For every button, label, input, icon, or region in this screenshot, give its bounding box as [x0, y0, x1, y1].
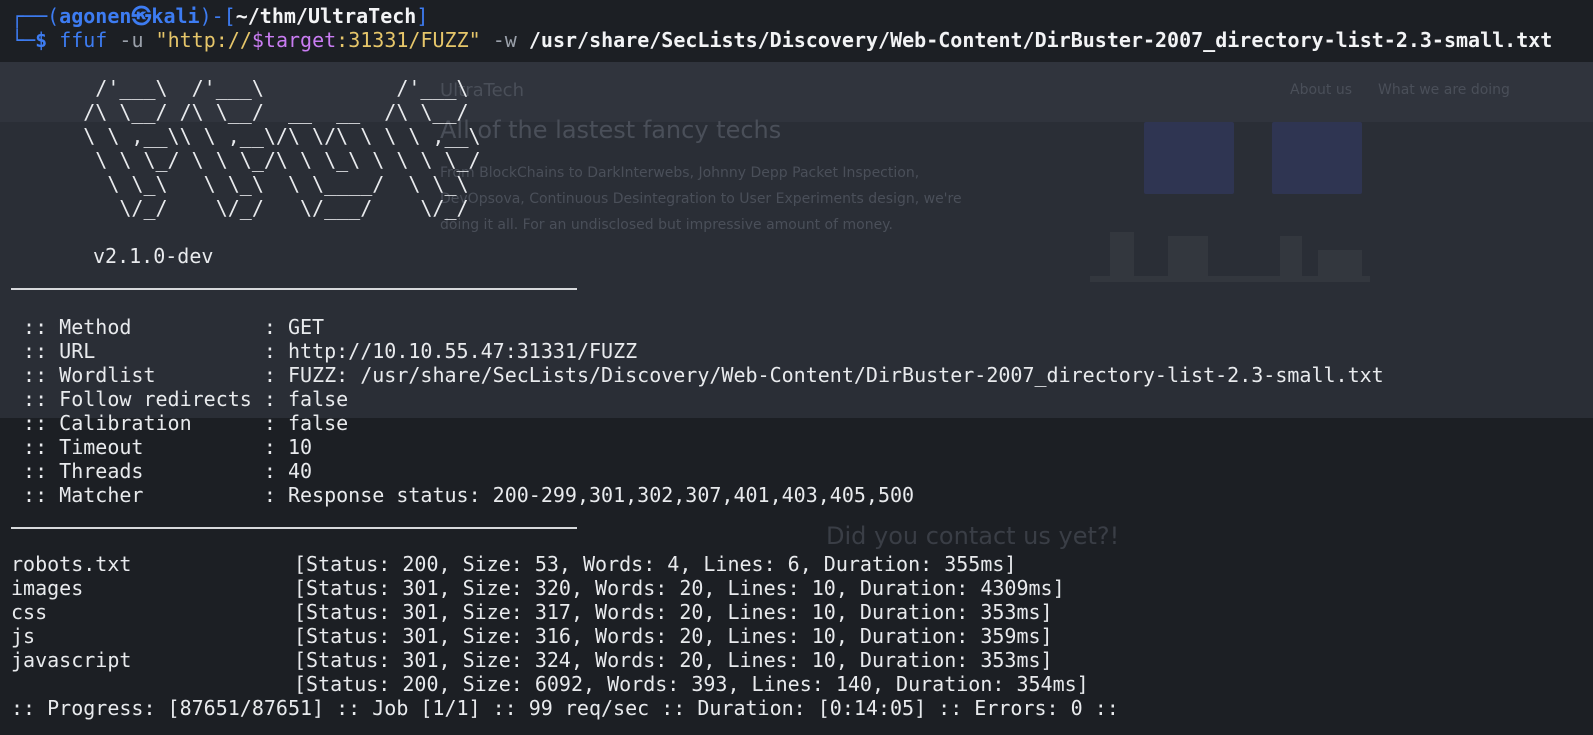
result-info: [Status: 200, Size: 6092, Words: 393, Li… — [294, 672, 1089, 696]
command-url-rest: :31331/FUZZ" — [336, 28, 481, 52]
command-flag-w: -w — [492, 28, 517, 52]
background-contact-heading: Did you contact us yet?! — [826, 522, 1120, 550]
banner-art-line: \ \ ,__\\ \ ,__\/\ \/\ \ \ \ ,__\ — [11, 124, 481, 148]
prompt-frame: ┌──( — [11, 4, 60, 28]
config-threads: :: Threads : 40 — [11, 459, 312, 483]
prompt-line: ┌──(agonen㉿kali)-[~/thm/UltraTech] — [11, 4, 428, 28]
result-path: js — [11, 624, 36, 648]
background-illustration-pot — [1318, 250, 1362, 276]
separator-rule — [11, 527, 577, 529]
result-info: [Status: 301, Size: 316, Words: 20, Line… — [294, 624, 1053, 648]
background-illustration-tile — [1272, 122, 1362, 194]
command-wordlist: /usr/share/SecLists/Discovery/Web-Conten… — [528, 28, 1553, 52]
prompt-frame: ] — [416, 4, 429, 28]
config-wordlist: :: Wordlist : FUZZ: /usr/share/SecLists/… — [11, 363, 1384, 387]
config-calibration: :: Calibration : false — [11, 411, 348, 435]
prompt-dollar: $ — [35, 28, 48, 52]
result-path: javascript — [11, 648, 132, 672]
background-illustration-books — [1168, 236, 1208, 276]
config-value: : false — [263, 411, 349, 435]
result-path: css — [11, 600, 48, 624]
config-value: : 40 — [263, 459, 313, 483]
command-url-variable: $target — [251, 28, 337, 52]
background-illustration-books — [1280, 236, 1302, 276]
result-row: robots.txt [Status: 200, Size: 53, Words:… — [11, 552, 1016, 576]
config-value: : false — [263, 387, 349, 411]
result-path: images — [11, 576, 84, 600]
progress-line: :: Progress: [87651/87651] :: Job [1/1] … — [11, 696, 1119, 720]
background-illustration-tile — [1144, 122, 1234, 194]
config-key: :: Matcher — [11, 483, 264, 507]
command-line[interactable]: └─$ ffuf -u "http://$target:31331/FUZZ" … — [11, 28, 1552, 52]
result-info: [Status: 301, Size: 320, Words: 20, Line… — [294, 576, 1065, 600]
background-nav-about: About us — [1290, 82, 1353, 98]
prompt-frame: └─ — [11, 28, 36, 52]
config-key: :: Timeout — [11, 435, 264, 459]
result-row: [Status: 200, Size: 6092, Words: 393, Li… — [11, 672, 1089, 696]
result-row: css [Status: 301, Size: 317, Words: 20, L… — [11, 600, 1053, 624]
banner-version: v2.1.0-dev — [93, 244, 214, 268]
config-method: :: Method : GET — [11, 315, 324, 339]
background-paragraph-1: From BlockChains to DarkInterwebs, Johnn… — [440, 165, 920, 181]
config-key: :: Method — [11, 315, 264, 339]
prompt-directory: ~/thm/UltraTech — [235, 4, 417, 28]
prompt-user: agonen — [59, 4, 132, 28]
config-key: :: Threads — [11, 459, 264, 483]
background-illustration-plant — [1110, 232, 1134, 276]
result-row: javascript [Status: 301, Size: 324, Words… — [11, 648, 1053, 672]
config-value: : Response status: 200-299,301,302,307,4… — [263, 483, 915, 507]
prompt-host: kali — [151, 4, 200, 28]
skull-icon: ㉿ — [131, 4, 152, 28]
config-matcher: :: Matcher : Response status: 200-299,30… — [11, 483, 914, 507]
config-key: :: URL — [11, 339, 264, 363]
command-program: ffuf — [59, 28, 108, 52]
banner-art-line: \ \_\ \ \_\ \ \____/ \ \_\ — [11, 172, 469, 196]
config-key: :: Follow redirects — [11, 387, 264, 411]
config-key: :: Calibration — [11, 411, 264, 435]
command-flag-u: -u — [119, 28, 144, 52]
result-info: [Status: 200, Size: 53, Words: 4, Lines:… — [294, 552, 1017, 576]
banner-art-line: /'___\ /'___\ /'___\ — [11, 76, 469, 100]
config-key: :: Wordlist — [11, 363, 264, 387]
background-paragraph-2: DevOpsova, Continuous Desintegration to … — [440, 191, 962, 207]
config-url: :: URL : http://10.10.55.47:31331/FUZZ — [11, 339, 637, 363]
result-info: [Status: 301, Size: 324, Words: 20, Line… — [294, 648, 1053, 672]
banner-art-line: /\ \__/ /\ \__/ __ __ /\ \__/ — [11, 100, 469, 124]
background-headline: All of the lastest fancy techs — [440, 116, 782, 144]
banner-art-line: \ \ \_/ \ \ \_/\ \ \_\ \ \ \ \_/ — [11, 148, 481, 172]
config-timeout: :: Timeout : 10 — [11, 435, 312, 459]
background-paragraph-3: doing it all. For an undisclosed but imp… — [440, 217, 893, 233]
separator-rule — [11, 288, 577, 290]
command-url-open: "http:// — [155, 28, 252, 52]
config-value: : http://10.10.55.47:31331/FUZZ — [263, 339, 638, 363]
background-nav-what: What we are doing — [1378, 82, 1510, 98]
background-illustration-shelf — [1090, 276, 1370, 282]
config-follow-redirects: :: Follow redirects : false — [11, 387, 348, 411]
result-path: robots.txt — [11, 552, 132, 576]
result-row: images [Status: 301, Size: 320, Words: 20… — [11, 576, 1065, 600]
result-info: [Status: 301, Size: 317, Words: 20, Line… — [294, 600, 1053, 624]
config-value: : 10 — [263, 435, 313, 459]
prompt-frame: )-[ — [199, 4, 236, 28]
result-row: js [Status: 301, Size: 316, Words: 20, Li… — [11, 624, 1053, 648]
banner-art-line: \/_/ \/_/ \/___/ \/_/ — [11, 196, 469, 220]
config-value: : FUZZ: /usr/share/SecLists/Discovery/We… — [263, 363, 1384, 387]
config-value: : GET — [263, 315, 325, 339]
terminal-window[interactable]: UltraTech About us What we are doing All… — [0, 0, 1593, 735]
